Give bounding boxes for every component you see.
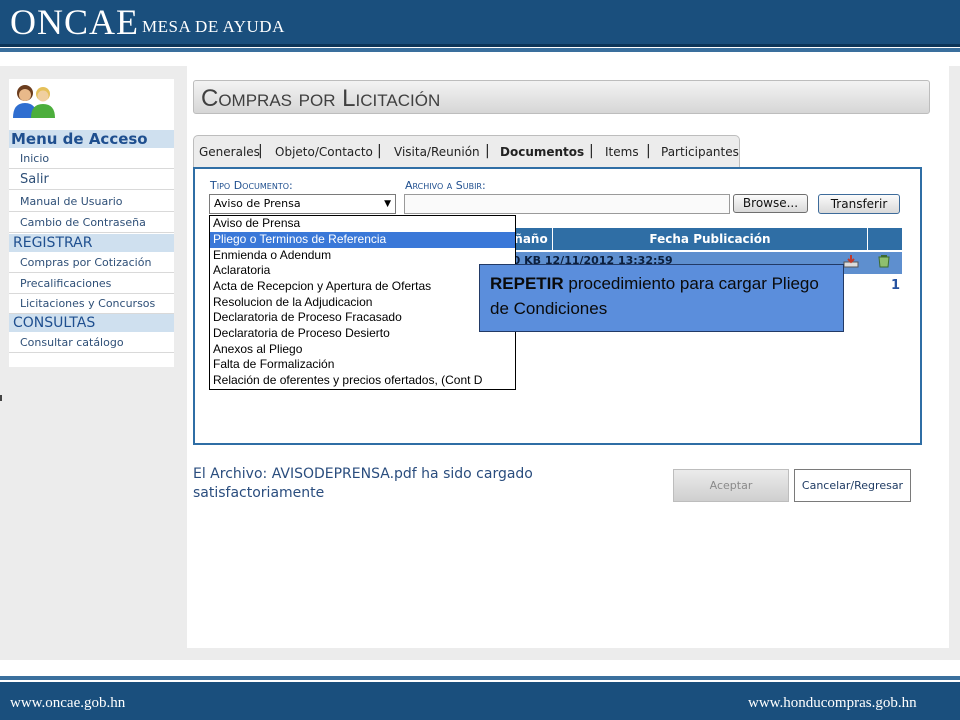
download-icon[interactable]: [843, 254, 859, 268]
sidebar-item-precalificaciones[interactable]: Precalificaciones: [9, 274, 174, 294]
archivo-label: Archivo a Subir:: [405, 179, 486, 192]
sidebar-item-password[interactable]: Cambio de Contraseña: [9, 213, 174, 233]
brand-subtitle: MESA DE AYUDA: [142, 17, 285, 36]
users-icon: [13, 85, 55, 118]
sidebar-item-licitaciones[interactable]: Licitaciones y Concursos: [9, 294, 174, 314]
callout-emphasis: REPETIR: [490, 274, 564, 293]
tab-separator: |: [589, 143, 594, 159]
sidebar-item-salir[interactable]: Salir: [9, 170, 174, 190]
tab-objeto-contacto[interactable]: Objeto/Contacto: [275, 145, 373, 159]
cancelar-regresar-button[interactable]: Cancelar/Regresar: [794, 469, 911, 502]
dropdown-option[interactable]: Aviso de Prensa: [210, 216, 515, 232]
tab-generales[interactable]: Generales: [199, 145, 260, 159]
dropdown-option[interactable]: Relación de oferentes y precios ofertado…: [210, 373, 515, 389]
tab-items[interactable]: Items: [605, 145, 639, 159]
tab-documentos[interactable]: Documentos: [500, 145, 584, 159]
tab-visita-reunion[interactable]: Visita/Reunión: [394, 145, 480, 159]
sidebar-item-cotizacion[interactable]: Compras por Cotización: [9, 253, 174, 273]
dropdown-option-selected[interactable]: Pliego o Terminos de Referencia: [210, 232, 515, 248]
page-title: Compras por Licitación: [201, 85, 441, 112]
brand-logo: ONCAE: [10, 2, 139, 42]
edge-mark: [0, 395, 2, 401]
sidebar: Menu de Acceso Inicio Salir Manual de Us…: [9, 79, 174, 367]
footer-link-oncae[interactable]: www.oncae.gob.hn: [10, 695, 125, 712]
footer-divider: [0, 676, 960, 680]
dropdown-option[interactable]: Declaratoria de Proceso Desierto: [210, 326, 515, 342]
sidebar-item-manual[interactable]: Manual de Usuario: [9, 192, 174, 212]
upload-success-message: El Archivo: AVISODEPRENSA.pdf ha sido ca…: [193, 466, 533, 501]
dropdown-option[interactable]: Anexos al Pliego: [210, 342, 515, 358]
column-header-size: ñaño: [510, 228, 553, 250]
sidebar-section-consultas: CONSULTAS: [9, 314, 174, 332]
header-divider: [0, 48, 960, 52]
dropdown-option[interactable]: Declaratoria de Proceso Fracasado: [210, 310, 515, 326]
tab-separator: |: [377, 143, 382, 159]
transfer-button[interactable]: Transferir: [818, 194, 900, 214]
dropdown-option[interactable]: Enmienda o Adendum: [210, 248, 515, 264]
tab-participantes[interactable]: Participantes: [661, 145, 739, 159]
instruction-callout: REPETIR procedimiento para cargar Pliego…: [479, 264, 844, 332]
tipo-documento-select[interactable]: Aviso de Prensa ▼: [209, 194, 396, 214]
sidebar-section-title: CONSULTAS: [13, 315, 96, 331]
sidebar-item-catalogo[interactable]: Consultar catálogo: [9, 333, 174, 353]
column-header-fecha: Fecha Publicación: [553, 228, 868, 250]
sidebar-section-registrar: REGISTRAR: [9, 234, 174, 252]
chevron-down-icon: ▼: [384, 199, 391, 209]
footer-link-honducompras[interactable]: www.honducompras.gob.hn: [748, 695, 917, 712]
tab-separator: |: [646, 143, 651, 159]
pagination-page[interactable]: 1: [891, 278, 900, 293]
tab-separator: |: [485, 143, 490, 159]
recycle-bin-icon[interactable]: [877, 254, 891, 268]
sidebar-section-menu: Menu de Acceso: [9, 130, 174, 148]
page-title-bar: Compras por Licitación: [193, 80, 930, 114]
file-path-input[interactable]: [404, 194, 730, 214]
column-header-actions: [868, 228, 902, 250]
sidebar-section-title: REGISTRAR: [13, 235, 93, 251]
tipo-documento-label: Tipo Documento:: [210, 179, 293, 192]
sidebar-section-title: Menu de Acceso: [11, 130, 148, 148]
dropdown-option[interactable]: Acta de Recepcion y Apertura de Ofertas: [210, 279, 515, 295]
dropdown-option[interactable]: Falta de Formalización: [210, 357, 515, 373]
tipo-documento-value: Aviso de Prensa: [214, 197, 301, 210]
browse-button[interactable]: Browse...: [733, 194, 808, 213]
header-bar: ONCAE MESA DE AYUDA: [0, 0, 960, 47]
dropdown-option[interactable]: Resolucion de la Adjudicacion: [210, 295, 515, 311]
tab-separator: |: [258, 143, 263, 159]
dropdown-option[interactable]: Aclaratoria: [210, 263, 515, 279]
aceptar-button[interactable]: Aceptar: [673, 469, 789, 502]
tipo-documento-options: Aviso de Prensa Pliego o Terminos de Ref…: [209, 215, 516, 390]
sidebar-item-inicio[interactable]: Inicio: [9, 149, 174, 169]
tab-bar: Generales | Objeto/Contacto | Visita/Reu…: [193, 135, 740, 167]
